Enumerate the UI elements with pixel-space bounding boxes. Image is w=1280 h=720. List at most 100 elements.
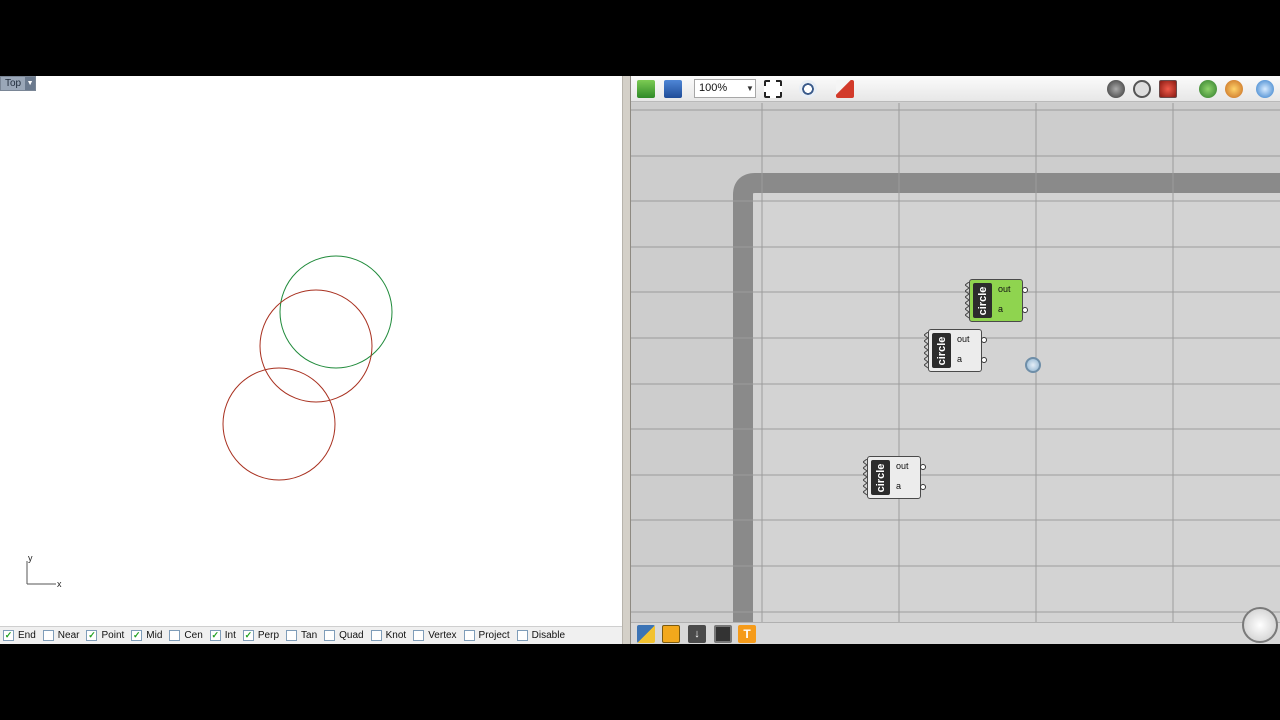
- component-nickname-strip: circle: [871, 460, 890, 495]
- disk-icon[interactable]: [714, 625, 732, 643]
- circle-component-selected[interactable]: circle out a: [965, 279, 1028, 322]
- osnap-vertex[interactable]: Vertex: [413, 630, 457, 641]
- cull-icon[interactable]: [1199, 80, 1217, 98]
- osnap-bar: ✓ End Near ✓ Point ✓ Mid Cen ✓ Int ✓ Perp Tan Quad Kno…: [0, 626, 622, 644]
- sphere-icon[interactable]: [1256, 80, 1274, 98]
- output-param-label: out: [896, 461, 909, 471]
- input-grip-icon: [965, 282, 969, 319]
- circle-component[interactable]: circle out a: [924, 329, 987, 372]
- input-param-label: a: [896, 481, 902, 491]
- output-grip[interactable]: [1022, 287, 1028, 293]
- osnap-label: Quad: [339, 630, 364, 641]
- component-name: circle: [874, 463, 887, 492]
- osnap-label: Tan: [301, 630, 318, 641]
- osnap-checkbox[interactable]: ✓: [242, 630, 254, 641]
- osnap-checkbox[interactable]: [169, 630, 181, 641]
- output-param-label: out: [998, 284, 1011, 294]
- osnap-perp[interactable]: ✓ Perp: [242, 630, 280, 641]
- open-file-icon[interactable]: [637, 80, 655, 98]
- osnap-label: Int: [224, 630, 236, 641]
- osnap-checkbox[interactable]: [286, 630, 298, 641]
- viewport-name: Top: [5, 78, 22, 89]
- osnap-tan[interactable]: Tan: [286, 630, 317, 641]
- osnap-cen[interactable]: Cen: [169, 630, 203, 641]
- output-grip-2[interactable]: [920, 484, 926, 490]
- output-param-label: out: [957, 334, 970, 344]
- screen: y x Top ▼ ✓ End Near ✓ Point ✓ Mid Cen ✓ Int ✓ Perp…: [0, 0, 1280, 720]
- osnap-near[interactable]: Near: [42, 630, 80, 641]
- osnap-label: End: [18, 630, 36, 641]
- axis-x-label: x: [57, 579, 62, 589]
- input-grip-icon: [863, 459, 867, 496]
- dropdown-arrow-icon[interactable]: ▼: [25, 77, 36, 90]
- component-nickname-strip: circle: [932, 333, 951, 368]
- osnap-label: Knot: [385, 630, 407, 641]
- status-bar: ↓ T: [631, 622, 1280, 644]
- osnap-knot[interactable]: Knot: [370, 630, 407, 641]
- display-icon[interactable]: [1133, 80, 1151, 98]
- component-nickname-strip: circle: [973, 283, 992, 318]
- rhino-top-viewport[interactable]: y x Top ▼ ✓ End Near ✓ Point ✓ Mid Cen ✓ Int ✓ Perp…: [0, 76, 622, 644]
- splitter[interactable]: [622, 76, 631, 644]
- component-name: circle: [935, 336, 948, 365]
- preview-eye-icon[interactable]: [799, 80, 817, 98]
- osnap-checkbox[interactable]: ✓: [3, 630, 14, 641]
- canvas-toolbar: 100% ▼: [631, 76, 1280, 102]
- python-icon[interactable]: [637, 625, 655, 643]
- osnap-point[interactable]: ✓ Point: [86, 630, 124, 641]
- osnap-checkbox[interactable]: [413, 630, 425, 641]
- navigation-wheel-icon[interactable]: [1242, 607, 1278, 643]
- osnap-int[interactable]: ✓ Int: [209, 630, 236, 641]
- save-file-icon[interactable]: [664, 80, 682, 98]
- input-param-label: a: [998, 304, 1004, 314]
- circle-curve-red-2[interactable]: [222, 367, 336, 481]
- output-grip[interactable]: [920, 464, 926, 470]
- zoom-extents-icon[interactable]: [764, 80, 782, 98]
- grasshopper-canvas[interactable]: circle out a circle out a circle out a: [631, 103, 1280, 622]
- osnap-checkbox[interactable]: [324, 630, 336, 641]
- osnap-checkbox[interactable]: ✓: [86, 630, 98, 641]
- viewport-title-tab[interactable]: Top ▼: [0, 76, 37, 91]
- grasshopper-editor: 100% ▼ circle out a circle out a circle …: [631, 76, 1280, 644]
- osnap-checkbox[interactable]: [42, 630, 54, 641]
- osnap-label: Project: [478, 630, 510, 641]
- osnap-label: Point: [101, 630, 125, 641]
- material-icon[interactable]: [1225, 80, 1243, 98]
- world-axes-icon: y x: [26, 553, 62, 589]
- bake-icon[interactable]: [1107, 80, 1125, 98]
- osnap-label: Mid: [146, 630, 163, 641]
- osnap-label: Cen: [184, 630, 203, 641]
- osnap-end[interactable]: ✓ End: [3, 630, 36, 641]
- osnap-project[interactable]: Project: [463, 630, 510, 641]
- osnap-label: Vertex: [428, 630, 457, 641]
- osnap-checkbox[interactable]: [463, 630, 475, 641]
- osnap-disable[interactable]: Disable: [516, 630, 566, 641]
- osnap-checkbox[interactable]: [516, 630, 528, 641]
- osnap-label: Perp: [257, 630, 280, 641]
- script-icon[interactable]: [662, 625, 680, 643]
- circle-curve-red-1[interactable]: [259, 289, 373, 403]
- osnap-label: Disable: [531, 630, 566, 641]
- input-param-label: a: [957, 354, 963, 364]
- chevron-down-icon[interactable]: ▼: [744, 79, 756, 98]
- osnap-mid[interactable]: ✓ Mid: [131, 630, 162, 641]
- osnap-label: Near: [57, 630, 80, 641]
- osnap-checkbox[interactable]: ✓: [131, 630, 143, 641]
- zoom-value: 100%: [699, 82, 728, 94]
- input-grip-icon: [924, 332, 928, 369]
- osnap-quad[interactable]: Quad: [324, 630, 364, 641]
- sketch-pen-icon[interactable]: [836, 80, 854, 98]
- osnap-checkbox[interactable]: ✓: [209, 630, 221, 641]
- download-icon[interactable]: ↓: [688, 625, 706, 643]
- output-grip-2[interactable]: [981, 357, 987, 363]
- circle-curve-green[interactable]: [279, 255, 393, 369]
- axis-y-label: y: [28, 553, 33, 563]
- osnap-checkbox[interactable]: [370, 630, 382, 641]
- component-name: circle: [976, 286, 989, 315]
- wait-cursor-icon: [1025, 357, 1041, 373]
- cluster-icon[interactable]: [1159, 80, 1177, 98]
- output-grip-2[interactable]: [1022, 307, 1028, 313]
- output-grip[interactable]: [981, 337, 987, 343]
- tools-icon[interactable]: T: [738, 625, 756, 643]
- circle-component[interactable]: circle out a: [863, 456, 926, 499]
